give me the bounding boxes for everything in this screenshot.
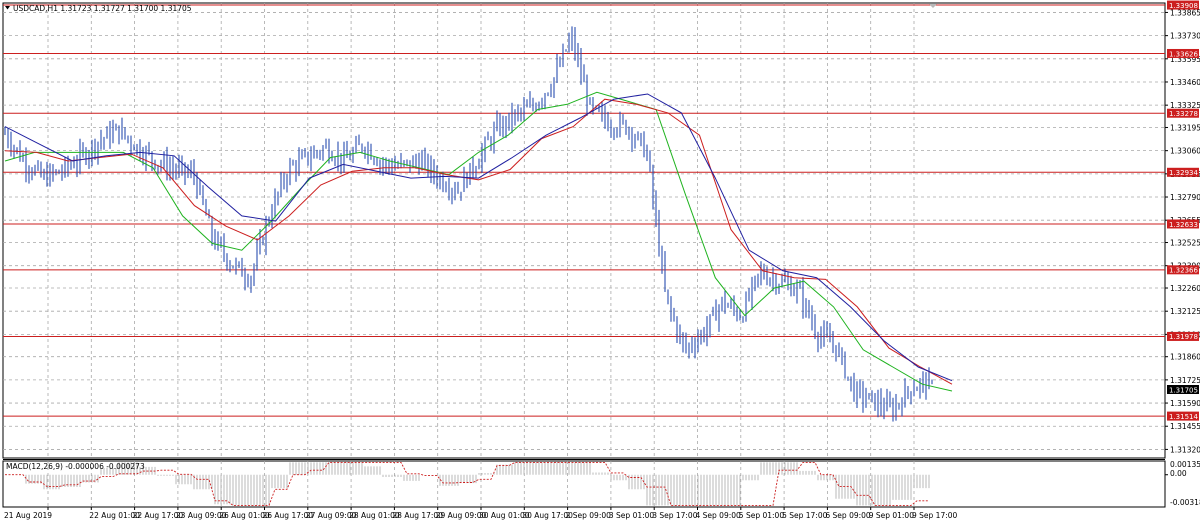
time-label: 5 Sep 01:00	[739, 511, 785, 520]
time-label: 5 Sep 17:00	[782, 511, 828, 520]
current-price-badge: 1.31705	[1167, 385, 1199, 395]
price-tick-label: 1.32790	[1170, 193, 1200, 202]
time-label: 3 Sep 01:00	[609, 511, 655, 520]
symbol-header-text: USDCAD,H1 1.31723 1.31727 1.31700 1.3170…	[13, 4, 192, 13]
time-label: 9 Sep 01:00	[869, 511, 915, 520]
price-tick-label: 1.31320	[1170, 445, 1200, 454]
price-tick-label: 1.32260	[1170, 284, 1200, 293]
price-tick-label: 1.31725	[1170, 376, 1200, 385]
level-badge-text: 1.32633	[1169, 221, 1198, 229]
level-badge-text: 1.31514	[1169, 413, 1198, 421]
level-badge-text: 1.31978	[1169, 333, 1198, 341]
price-tick-label: 1.32125	[1170, 307, 1200, 316]
current-price-text: 1.31705	[1169, 387, 1198, 395]
time-label: 4 Sep 09:00	[696, 511, 742, 520]
macd-tick: 0.00	[1170, 469, 1187, 478]
time-label: 3 Sep 17:00	[652, 511, 698, 520]
price-tick-label: 1.33060	[1170, 147, 1200, 156]
price-tick-label: 1.33730	[1170, 32, 1200, 41]
price-chart[interactable]: USDCAD,H1 1.31723 1.31727 1.31700 1.3170…	[0, 0, 1200, 523]
time-label: 6 Sep 09:00	[825, 511, 871, 520]
price-tick-label: 1.31455	[1170, 422, 1200, 431]
price-tick-label: 1.33195	[1170, 123, 1200, 132]
level-badge-text: 1.33626	[1169, 50, 1198, 58]
price-tick-label: 1.31860	[1170, 353, 1200, 362]
chart-window[interactable]: USDCAD,H1 1.31723 1.31727 1.31700 1.3170…	[0, 0, 1200, 523]
price-tick-label: 1.31590	[1170, 399, 1200, 408]
level-badge-text: 1.33278	[1169, 110, 1198, 118]
price-tick-label: 1.32525	[1170, 239, 1200, 248]
time-label: 2 Sep 09:00	[566, 511, 612, 520]
macd-tick: -0.00318	[1170, 498, 1200, 507]
level-badge-text: 1.32366	[1169, 267, 1198, 275]
level-badge-text: 1.33908	[1169, 2, 1198, 10]
level-badge-text: 1.32934	[1169, 169, 1198, 177]
macd-label: MACD(12,26,9) -0.000006 -0.000273	[6, 462, 145, 471]
time-label: 9 Sep 17:00	[912, 511, 958, 520]
time-label: 21 Aug 2019	[4, 511, 52, 520]
price-tick-label: 1.33460	[1170, 78, 1200, 87]
macd-tick: 0.001353	[1170, 460, 1200, 469]
symbol-header: USDCAD,H1 1.31723 1.31727 1.31700 1.3170…	[5, 4, 192, 13]
